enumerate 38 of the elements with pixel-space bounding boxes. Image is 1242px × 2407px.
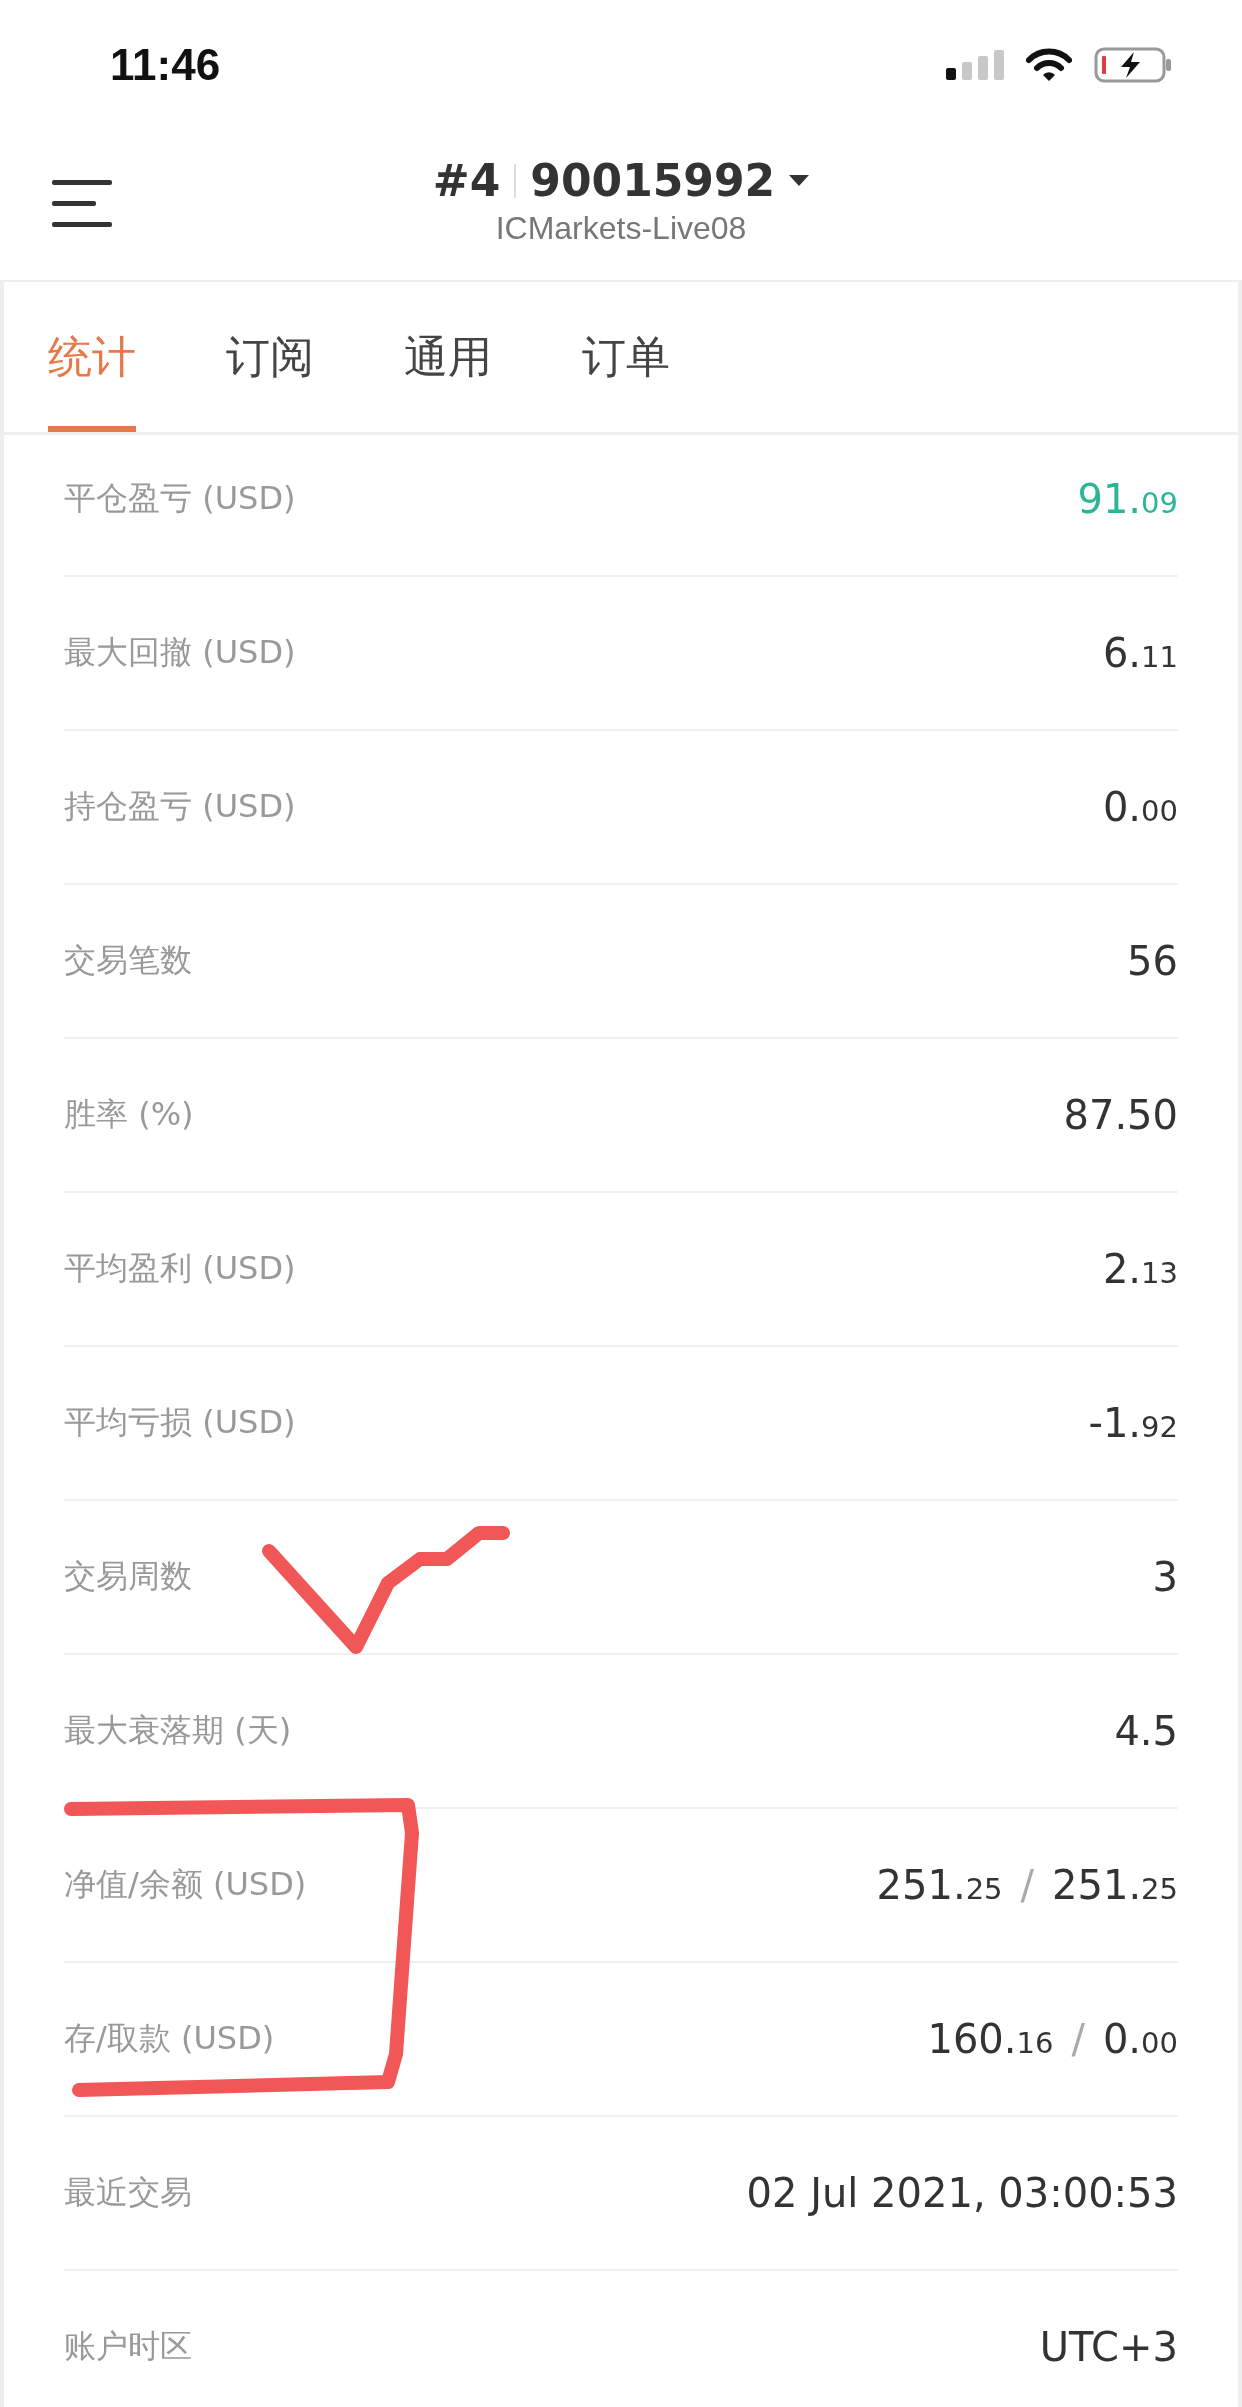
stat-label: 最大回撤 (USD) xyxy=(64,632,296,673)
dropdown-caret-icon[interactable] xyxy=(789,174,810,187)
stat-value: 3 xyxy=(1152,1554,1178,1600)
stat-label: 交易周数 xyxy=(64,1556,192,1597)
wifi-icon xyxy=(1026,48,1072,82)
signal-icon xyxy=(946,50,1004,80)
battery-charging-icon xyxy=(1094,47,1172,83)
stat-label: 存/取款 (USD) xyxy=(64,2018,275,2059)
stat-value: 0.00 xyxy=(1102,784,1178,830)
stat-label: 持仓盈亏 (USD) xyxy=(64,786,296,827)
tab[interactable]: 订阅 xyxy=(226,282,314,432)
stat-label: 净值/余额 (USD) xyxy=(64,1864,307,1905)
stat-value: 251.25 / 251.25 xyxy=(876,1862,1178,1908)
stat-label: 最大衰落期 (天) xyxy=(64,1710,292,1751)
stat-label: 账户时区 xyxy=(64,2326,192,2367)
stat-label: 平均盈利 (USD) xyxy=(64,1248,296,1289)
stat-label: 交易笔数 xyxy=(64,940,192,981)
stat-value: 6.11 xyxy=(1102,630,1178,676)
server-name: ICMarkets-Live08 xyxy=(495,210,747,247)
stat-value: 91.09 xyxy=(1077,476,1178,522)
stat-label: 平仓盈亏 (USD) xyxy=(64,478,296,519)
stat-label: 最近交易 xyxy=(64,2172,192,2213)
tab[interactable]: 通用 xyxy=(404,282,492,432)
stat-value: -1.92 xyxy=(1088,1400,1178,1446)
stat-value: 2.13 xyxy=(1102,1246,1178,1292)
stat-label: 平均亏损 (USD) xyxy=(64,1402,296,1443)
stat-value: 87.50 xyxy=(1063,1092,1178,1138)
status-time: 11:46 xyxy=(110,40,221,90)
account-number: #4 xyxy=(432,155,501,206)
stat-value: 4.5 xyxy=(1114,1708,1178,1754)
stat-value: 02 Jul 2021, 03:00:53 xyxy=(746,2170,1178,2216)
stat-value: UTC+3 xyxy=(1039,2324,1178,2370)
menu-icon[interactable] xyxy=(52,180,112,228)
stat-label: 胜率 (%) xyxy=(64,1094,194,1135)
account-id[interactable]: 90015992 xyxy=(530,155,776,206)
stat-value: 56 xyxy=(1127,938,1178,984)
tab[interactable]: 订单 xyxy=(582,282,670,432)
stat-value: 160.16 / 0.00 xyxy=(927,2016,1178,2062)
